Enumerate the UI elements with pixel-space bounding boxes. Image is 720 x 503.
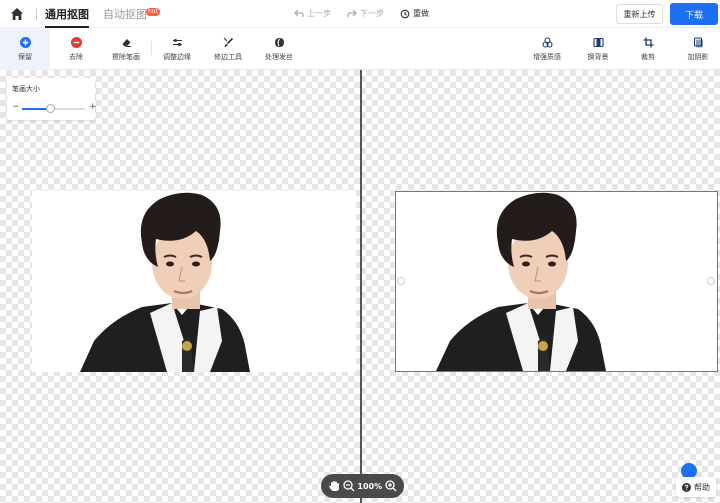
reset-label: 重做 (413, 9, 429, 18)
tool-erase-stroke-label: 擦除笔画 (112, 52, 140, 61)
tool-adjust-edge[interactable]: 调整边缘 (156, 28, 198, 70)
tab-auto-cutout[interactable]: 自动抠图 (103, 6, 147, 22)
tab-general-cutout[interactable]: 通用抠图 (45, 6, 89, 28)
minus-circle-icon (70, 36, 82, 48)
zoom-out-icon[interactable] (343, 480, 355, 492)
redo-button[interactable]: 下一步 (347, 8, 384, 19)
brush-size-slider[interactable] (22, 104, 85, 113)
brush-size-knob[interactable] (45, 104, 55, 113)
shadow-icon (693, 36, 703, 47)
sliders-icon (172, 38, 182, 46)
crop-icon (643, 37, 653, 47)
help-button[interactable]: 帮助 (676, 477, 716, 497)
zoom-level: 100% (357, 481, 383, 491)
home-icon[interactable] (10, 7, 24, 21)
brush-size-panel: 笔画大小 − + (7, 78, 97, 120)
zoom-controls: 100% (321, 474, 404, 498)
compare-divider[interactable] (360, 70, 362, 503)
tool-remove-label: 去除 (69, 52, 83, 61)
tool-crop-label: 裁剪 (641, 52, 655, 61)
tool-crop[interactable]: 裁剪 (634, 28, 662, 70)
left-edge-handle[interactable] (397, 277, 405, 285)
download-button[interactable]: 下载 (670, 3, 718, 25)
undo-button[interactable]: 上一步 (294, 8, 331, 19)
tool-trim-label: 修边工具 (214, 52, 242, 61)
tool-keep-label: 保留 (18, 52, 32, 61)
tool-separator (151, 41, 152, 55)
tool-change-background-label: 换背景 (587, 52, 609, 61)
eraser-icon (122, 38, 131, 47)
redo-icon (347, 9, 357, 17)
reset-button[interactable]: 重做 (400, 8, 429, 19)
tool-hair-label: 处理发丝 (265, 52, 293, 61)
hot-badge: hot (146, 8, 160, 16)
tool-change-background[interactable]: 换背景 (580, 28, 616, 70)
reupload-button[interactable]: 重新上传 (616, 4, 663, 24)
original-image (32, 191, 356, 372)
tool-shadow-label: 加阴影 (687, 52, 709, 61)
zoom-in-icon[interactable] (385, 480, 397, 492)
brush-decrease-button[interactable]: − (12, 103, 20, 112)
tool-hair[interactable]: 处理发丝 (258, 28, 300, 70)
reset-icon (400, 9, 410, 18)
tool-shadow[interactable]: 加阴影 (680, 28, 716, 70)
header-divider (36, 8, 37, 20)
tool-enhance-label: 增强质感 (533, 52, 561, 61)
right-edge-handle[interactable] (707, 277, 715, 285)
hand-pan-icon[interactable] (328, 480, 340, 492)
redo-label: 下一步 (360, 9, 384, 18)
tool-bar: 保留 去除 擦除笔画 调整边缘 修边工具 处理发丝 增强质感 换背景 裁剪 加阴… (0, 28, 720, 70)
tool-erase-stroke[interactable]: 擦除笔画 (106, 28, 146, 70)
tool-trim[interactable]: 修边工具 (207, 28, 249, 70)
undo-label: 上一步 (307, 9, 331, 18)
portrait-photo-result (396, 192, 717, 371)
portrait-photo-original (32, 191, 356, 372)
plus-circle-icon (19, 36, 31, 48)
tool-adjust-edge-label: 调整边缘 (163, 52, 191, 61)
enhance-icon (541, 36, 553, 48)
undo-icon (294, 9, 304, 17)
tool-keep[interactable]: 保留 (0, 28, 50, 70)
brush-increase-button[interactable]: + (89, 103, 97, 112)
tool-enhance[interactable]: 增强质感 (527, 28, 567, 70)
background-icon (592, 37, 604, 47)
hair-icon (274, 37, 284, 47)
help-label: 帮助 (694, 482, 710, 492)
top-header: 通用抠图 自动抠图 hot 上一步 下一步 重做 重新上传 下载 (0, 0, 720, 28)
brush-size-title: 笔画大小 (12, 85, 40, 93)
brush-icon (223, 37, 233, 47)
result-image[interactable] (395, 191, 718, 372)
help-icon (682, 482, 691, 492)
tool-remove[interactable]: 去除 (58, 28, 94, 70)
